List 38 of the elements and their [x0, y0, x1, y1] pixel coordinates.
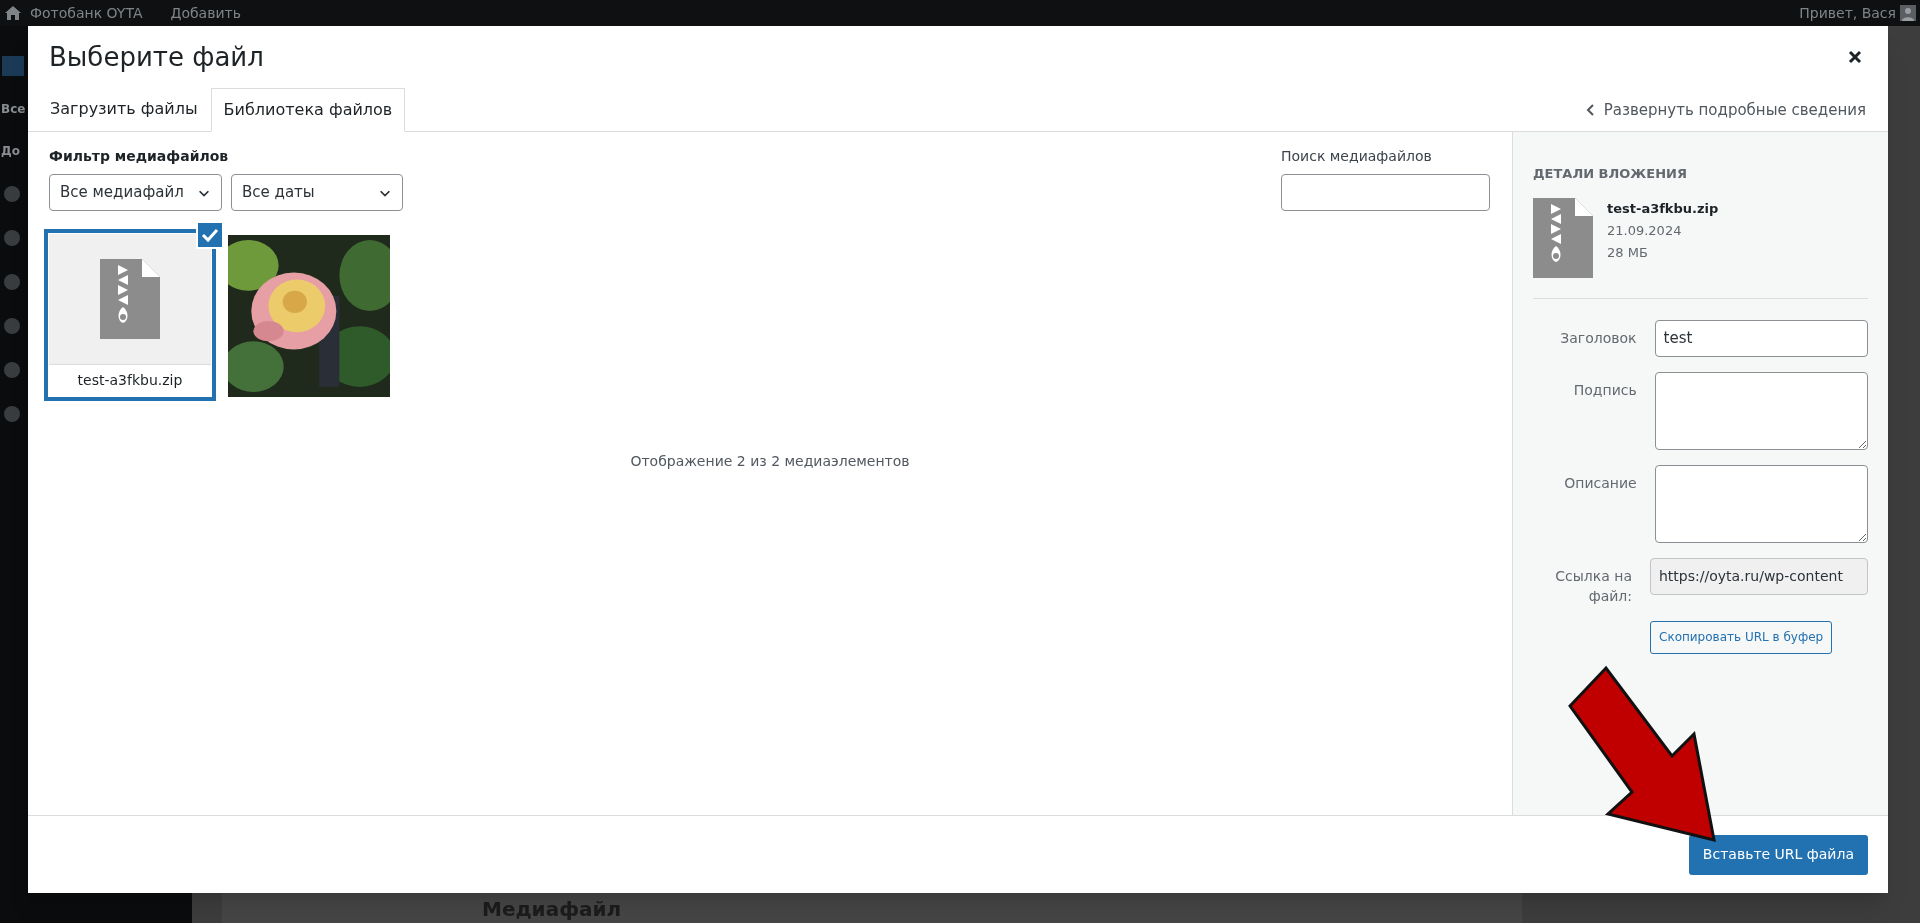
menu-item[interactable]: Все	[1, 100, 26, 118]
site-name-link[interactable]: Фотобанк OYTA	[30, 2, 143, 24]
expand-details-link[interactable]: Развернуть подробные сведения	[1585, 98, 1866, 121]
add-new-link[interactable]: Добавить	[170, 2, 241, 24]
filename: test-a3fkbu.zip	[49, 364, 211, 396]
file-url-field[interactable]: https://oyta.ru/wp-content	[1650, 557, 1868, 595]
copy-url-button[interactable]: Скопировать URL в буфер	[1650, 620, 1833, 654]
check-icon[interactable]	[196, 221, 224, 249]
greeting-link[interactable]: Привет, Вася	[1799, 2, 1896, 24]
field-label: Описание	[1563, 473, 1638, 493]
field-label: Подпись	[1572, 380, 1638, 400]
zip-file-icon	[1533, 197, 1593, 278]
attachment-tile[interactable]: test-a3fkbu.zip	[44, 229, 216, 401]
field-label: Заголовок	[1559, 328, 1638, 348]
upload-date: 21.09.2024	[1607, 221, 1683, 240]
tab[interactable]: Загрузить файлы	[37, 87, 211, 131]
search-label: Поиск медиафайлов	[1281, 147, 1433, 166]
text-area[interactable]	[1654, 371, 1868, 450]
tab[interactable]: Библиотека файлов	[210, 88, 406, 132]
avatar-icon[interactable]	[1900, 5, 1916, 21]
close-icon[interactable]	[1848, 50, 1862, 64]
title-field[interactable]: test	[1654, 319, 1868, 357]
filter-label: Фильтр медиафайлов	[49, 147, 230, 166]
date-select[interactable]: Все даты	[231, 174, 403, 211]
details-heading: ДЕТАЛИ ВЛОЖЕНИЯ	[1533, 165, 1688, 183]
type-select[interactable]: Все медиафайл	[49, 174, 222, 211]
details-filename: test-a3fkbu.zip	[1607, 199, 1719, 218]
zip-file-icon	[100, 259, 160, 339]
home-icon[interactable]	[4, 5, 22, 21]
field-label: Ссылка на файл:	[1554, 566, 1633, 606]
item-count: Отображение 2 из 2 медиаэлементов	[630, 452, 910, 471]
dialog-title: Выберите файл	[49, 40, 264, 74]
insert-url-button[interactable]: Вставьте URL файла	[1688, 834, 1868, 875]
chevron-left-icon	[1585, 103, 1596, 116]
menu-item[interactable]: До	[1, 142, 20, 160]
file-size: 28 МБ	[1607, 243, 1649, 262]
text-area[interactable]	[1654, 464, 1868, 543]
search-field[interactable]	[1281, 174, 1490, 211]
